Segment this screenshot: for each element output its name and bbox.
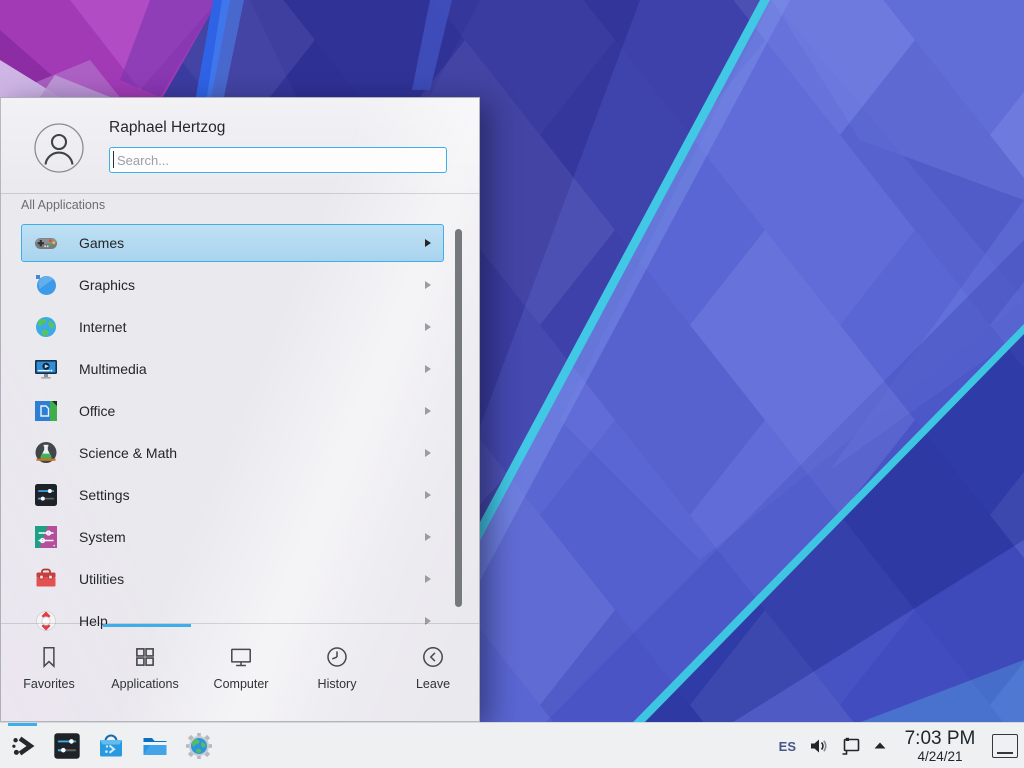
network-icon[interactable] <box>839 734 863 758</box>
header-divider <box>1 193 479 194</box>
app-category-settings[interactable]: Settings <box>21 476 444 514</box>
application-launcher-menu: Raphael Hertzog All Applications Games Gr… <box>0 97 480 722</box>
graphics-icon <box>33 272 59 298</box>
tab-label: Applications <box>111 677 178 691</box>
leave-icon <box>420 644 446 670</box>
keyboard-layout-indicator[interactable]: ES <box>776 739 799 754</box>
tab-favorites[interactable]: Favorites <box>1 636 97 722</box>
clock-time: 7:03 PM <box>897 729 983 748</box>
app-category-label: Settings <box>79 487 425 503</box>
computer-icon <box>228 644 254 670</box>
section-label: All Applications <box>21 198 105 212</box>
app-category-internet[interactable]: Internet <box>21 308 444 346</box>
folder-icon <box>140 731 170 761</box>
office-icon <box>33 398 59 424</box>
volume-icon[interactable] <box>808 735 830 757</box>
digital-clock[interactable]: 7:03 PM 4/24/21 <box>897 729 983 764</box>
active-tab-indicator <box>103 624 191 627</box>
tab-label: History <box>318 677 357 691</box>
expand-tray-icon[interactable] <box>872 738 888 754</box>
submenu-arrow-icon <box>425 449 431 457</box>
show-desktop-button[interactable] <box>992 734 1018 758</box>
system-settings-button[interactable] <box>50 723 83 768</box>
user-avatar[interactable] <box>34 123 84 173</box>
app-category-help[interactable]: Help <box>21 602 444 640</box>
clock-date: 4/24/21 <box>897 750 983 764</box>
system-tray: ES 7:03 PM 4/24/21 <box>776 723 1018 768</box>
games-icon <box>33 230 59 256</box>
app-category-label: Graphics <box>79 277 425 293</box>
search-input[interactable] <box>109 147 447 173</box>
internet-icon <box>33 314 59 340</box>
app-category-multimedia[interactable]: Multimedia <box>21 350 444 388</box>
discover-button[interactable] <box>94 723 127 768</box>
submenu-arrow-icon <box>425 365 431 373</box>
favorites-icon <box>36 644 62 670</box>
tab-history[interactable]: History <box>289 636 385 722</box>
applications-icon <box>132 644 158 670</box>
app-category-system[interactable]: System <box>21 518 444 556</box>
help-icon <box>33 608 59 634</box>
system-settings-icon <box>52 731 82 761</box>
app-category-label: Games <box>79 235 425 251</box>
settings-icon <box>33 482 59 508</box>
app-category-label: Science & Math <box>79 445 425 461</box>
utilities-icon <box>33 566 59 592</box>
globe-gear-icon <box>184 731 214 761</box>
tab-label: Favorites <box>23 677 74 691</box>
tab-applications[interactable]: Applications <box>97 636 193 722</box>
file-manager-button[interactable] <box>138 723 171 768</box>
app-category-science-math[interactable]: Science & Math <box>21 434 444 472</box>
history-icon <box>324 644 350 670</box>
submenu-arrow-icon <box>425 575 431 583</box>
app-category-games[interactable]: Games <box>21 224 444 262</box>
show-desktop-glyph <box>997 752 1013 754</box>
tab-label: Computer <box>214 677 269 691</box>
app-category-graphics[interactable]: Graphics <box>21 266 444 304</box>
submenu-arrow-icon <box>425 491 431 499</box>
submenu-arrow-icon <box>425 281 431 289</box>
kde-launcher-icon <box>8 731 38 761</box>
app-category-label: Internet <box>79 319 425 335</box>
web-browser-button[interactable] <box>182 723 215 768</box>
app-category-utilities[interactable]: Utilities <box>21 560 444 598</box>
text-cursor <box>113 151 114 168</box>
tab-leave[interactable]: Leave <box>385 636 481 722</box>
application-launcher-button[interactable] <box>6 723 39 768</box>
science-icon <box>33 440 59 466</box>
submenu-arrow-icon <box>425 323 431 331</box>
desktop: Raphael Hertzog All Applications Games Gr… <box>0 0 1024 768</box>
system-icon <box>33 524 59 550</box>
discover-icon <box>96 731 126 761</box>
footer-tabs: Favorites Applications Computer History Leav… <box>1 636 481 722</box>
footer-divider <box>1 623 479 624</box>
user-name: Raphael Hertzog <box>109 119 225 137</box>
submenu-arrow-icon <box>425 239 431 247</box>
submenu-arrow-icon <box>425 533 431 541</box>
app-category-label: System <box>79 529 425 545</box>
active-task-indicator <box>8 723 37 726</box>
app-category-label: Utilities <box>79 571 425 587</box>
app-category-label: Office <box>79 403 425 419</box>
taskbar-launchers <box>6 723 215 768</box>
submenu-arrow-icon <box>425 407 431 415</box>
multimedia-icon <box>33 356 59 382</box>
app-category-office[interactable]: Office <box>21 392 444 430</box>
tab-label: Leave <box>416 677 450 691</box>
scrollbar-thumb[interactable] <box>455 229 462 607</box>
taskbar: ES 7:03 PM 4/24/21 <box>0 722 1024 768</box>
tab-computer[interactable]: Computer <box>193 636 289 722</box>
app-category-label: Multimedia <box>79 361 425 377</box>
